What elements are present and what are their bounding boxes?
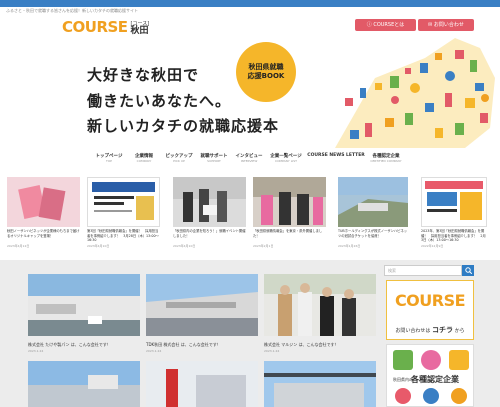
nav-support[interactable]: 就職サポート SUPPORT: [197, 153, 231, 163]
news-thumbnail: [87, 177, 160, 227]
company-photo[interactable]: [264, 274, 376, 336]
promo-logo: COURSE: [394, 291, 466, 310]
news-date: 2023年1月26日: [338, 244, 361, 248]
search-input[interactable]: 検索: [384, 265, 462, 276]
promo-text-prefix: お問い合わせは: [395, 328, 431, 334]
nav-company-list[interactable]: 企業一覧ページ COMPANY LIST: [267, 153, 305, 163]
promo-text-suffix: から: [454, 328, 465, 334]
contact-promo-banner[interactable]: COURSE お問い合わせは コチラ から: [386, 280, 474, 340]
nav-company[interactable]: 企業情報 COMPANY: [127, 153, 161, 163]
nav-sub: SUPPORT: [207, 159, 221, 163]
hero-headline-3: 新しいカタチの就職応援本: [87, 117, 280, 135]
news-card[interactable]: 2023年、第3回「秋田県就職情報会」を開催！ 採用担当者を事例紹介します！ 2…: [421, 177, 487, 257]
logo-sub: [コース] 秋田: [130, 21, 150, 36]
news-card[interactable]: TUBホールディングスが株式ノーザンハピネッツの冠試合チケットを協賛！ 2023…: [338, 177, 408, 257]
news-date: 2022年12月9日: [421, 244, 444, 248]
logo-text: COURSE: [62, 18, 128, 36]
news-thumbnail: [338, 177, 408, 227]
news-title: 「秋田県内の企業を知ろう！」就職イベント開催しました！: [173, 229, 246, 238]
company-photo[interactable]: [28, 274, 140, 336]
nav-certified[interactable]: 各種認定企業 CERTIFIED COMPANY: [367, 153, 405, 163]
hero-illustration: [335, 38, 495, 148]
hero-headline-2: 働きたいあなたへ。: [87, 92, 232, 110]
hero-headline-1: 大好きな秋田で: [87, 66, 200, 84]
top-bar: [0, 0, 500, 7]
nav-top[interactable]: トップページ TOP: [92, 153, 126, 163]
cert-title: 各種認定企業: [411, 375, 459, 384]
news-thumbnail: [253, 177, 326, 227]
certification-marks: [393, 350, 469, 370]
news-card[interactable]: 「秋田県内の企業を知ろう！」就職イベント開催しました！ 2023年4月10日: [173, 177, 246, 257]
news-date: 2023年4月12日: [7, 244, 30, 248]
news-card[interactable]: 秋田ノーザンハピネッツが企業様のもちまで届けるオリジナルキャップを登場！ 202…: [7, 177, 80, 257]
contact-button[interactable]: ✉ お問い合わせ: [418, 19, 474, 31]
nav-sub: INTERVIEW: [240, 159, 258, 163]
search-icon: [464, 267, 472, 274]
nav-sub: PICK UP: [173, 159, 185, 163]
nav-sub: COMPANY LIST: [274, 159, 298, 163]
nav-sub: CERTIFIED COMPANY: [370, 159, 402, 163]
news-title: TUBホールディングスが株式ノーザンハピネッツの冠試合チケットを協賛！: [338, 229, 408, 238]
contact-label: お問い合わせ: [433, 22, 464, 28]
company-photo[interactable]: [146, 274, 258, 336]
news-date: 2023年4月10日: [87, 244, 110, 248]
logo-sub-main: 秋田: [130, 26, 149, 36]
cert-prefix: 秋田県内の: [393, 377, 413, 382]
news-thumbnail: [421, 177, 487, 227]
news-thumbnail: [7, 177, 80, 227]
company-name: 株式会社 マルジン は、こんな会社です！: [264, 342, 339, 347]
certification-marks-row2: [395, 388, 467, 404]
nav-sub: TOP: [105, 159, 112, 163]
site-logo[interactable]: COURSE [コース] 秋田: [62, 17, 150, 36]
company-date: 2023.1.24: [264, 349, 280, 353]
news-title: 第3回「秋田県就職情報会」を開催！ 採用担当者を事例紹介します！ 3月28日（木…: [87, 229, 159, 242]
news-title: 秋田ノーザンハピネッツが企業様のもちまで届けるオリジナルキャップを登場！: [7, 229, 80, 238]
nav-newsletter[interactable]: COURSE NEWS LETTER: [306, 153, 366, 163]
nav-interview[interactable]: インタビュー INTERVIEW: [232, 153, 266, 163]
search-button[interactable]: [462, 265, 474, 276]
site-tagline: ふるさと・秋田で就職する皆さんを応援！新しいカタチの就職応援サイト: [6, 8, 138, 13]
nav-pickup[interactable]: ピックアップ PICK UP: [162, 153, 196, 163]
news-thumbnail: [173, 177, 246, 227]
company-name: 株式会社 たけや製パン は、こんな会社です！: [28, 342, 111, 347]
company-date: 2023.1.24: [146, 349, 162, 353]
main-nav: トップページ TOP 企業情報 COMPANY ピックアップ PICK UP 就職サポ…: [92, 153, 406, 163]
news-date: 2023年4月10日: [173, 244, 196, 248]
certified-companies-banner[interactable]: 秋田県内の 各種認定企業: [386, 344, 474, 407]
promo-text-emph: コチラ: [432, 326, 453, 334]
company-photo[interactable]: [146, 361, 258, 407]
news-title: 「秋田県就職情報会」を東京・県外開催しました！: [253, 229, 323, 238]
news-card[interactable]: 「秋田県就職情報会」を東京・県外開催しました！ 2023年2月1日: [253, 177, 326, 257]
company-photo[interactable]: [264, 361, 376, 407]
news-title: 2023年、第3回「秋田県就職情報会」を開催！ 採用担当者を事例紹介します！ 2…: [421, 229, 486, 242]
news-date: 2023年2月1日: [253, 244, 274, 248]
news-card[interactable]: 第3回「秋田県就職情報会」を開催！ 採用担当者を事例紹介します！ 3月28日（木…: [87, 177, 160, 257]
promo-text: お問い合わせは コチラ から: [387, 325, 473, 335]
nav-sub: COMPANY: [136, 159, 152, 163]
nav-label: COURSE NEWS LETTER: [307, 153, 365, 158]
course-about-label: COURSEとは: [373, 22, 405, 28]
company-name: TDK秋田 株式会社 は、こんな会社です！: [146, 342, 221, 347]
company-date: 2023.1.24: [28, 349, 44, 353]
course-about-button[interactable]: ⓘ COURSEとは: [355, 19, 416, 31]
badge-line-2: 応援BOOK: [247, 72, 285, 80]
company-photo[interactable]: [28, 361, 140, 407]
badge-line-1: 秋田県就職: [248, 63, 284, 71]
book-badge: 秋田県就職 応援BOOK: [236, 42, 296, 102]
